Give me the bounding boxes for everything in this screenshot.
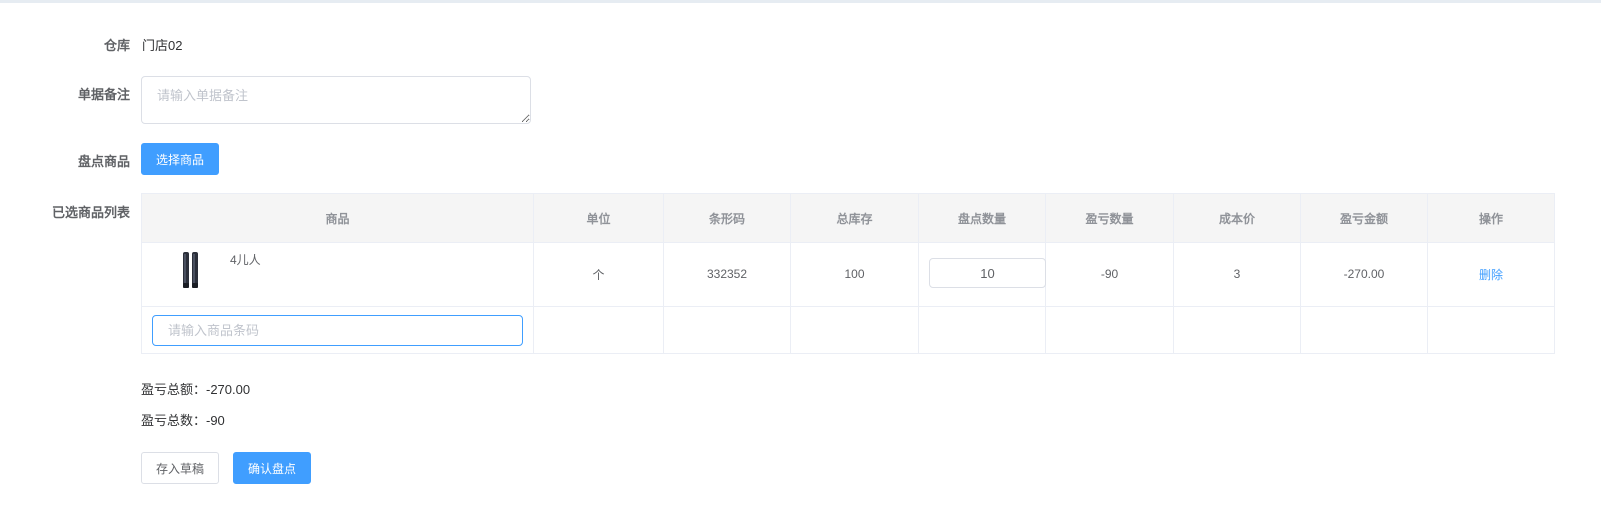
total-stock-cell: 100: [791, 242, 919, 306]
warehouse-label: 仓库: [103, 38, 130, 53]
col-header-diff-amount: 盈亏金额: [1301, 194, 1428, 242]
count-qty-input[interactable]: [929, 258, 1046, 288]
select-goods-button[interactable]: 选择商品: [141, 143, 219, 175]
barcode-input[interactable]: [152, 315, 523, 346]
selected-list-label: 已选商品列表: [51, 205, 130, 220]
product-name: 4儿人: [230, 253, 261, 267]
empty-cell: [664, 307, 791, 353]
confirm-stocktake-button[interactable]: 确认盘点: [233, 452, 311, 484]
cost-price-cell: 3: [1174, 242, 1301, 306]
empty-cell: [919, 307, 1046, 353]
barcode-cell: 332352: [664, 242, 791, 306]
top-divider: [0, 0, 1601, 3]
goods-label: 盘点商品: [77, 154, 130, 169]
action-cell: 删除: [1428, 242, 1554, 306]
col-header-product: 商品: [142, 194, 534, 242]
empty-cell: [1174, 307, 1301, 353]
col-header-count-qty: 盘点数量: [919, 194, 1046, 242]
remark-label: 单据备注: [77, 87, 130, 102]
col-header-cost-price: 成本价: [1174, 194, 1301, 242]
barcode-entry-row: [142, 307, 1554, 353]
remark-textarea[interactable]: [141, 76, 531, 124]
selected-goods-table: 商品 单位 条形码 总库存 盘点数量 盈亏数量 成本价 盈亏金额 操作 4儿人 …: [141, 193, 1555, 354]
empty-cell: [791, 307, 919, 353]
table-row: 4儿人 个 332352 100 -90 3 -270.00 删除: [142, 242, 1554, 307]
col-header-barcode: 条形码: [664, 194, 791, 242]
total-qty: 盈亏总数：-90: [141, 413, 225, 428]
delete-link[interactable]: 删除: [1479, 266, 1503, 283]
total-amount: 盈亏总额：-270.00: [141, 382, 251, 397]
warehouse-value: 门店02: [142, 38, 183, 53]
diff-amount-cell: -270.00: [1301, 242, 1428, 306]
col-header-total-stock: 总库存: [791, 194, 919, 242]
col-header-unit: 单位: [534, 194, 664, 242]
save-draft-button[interactable]: 存入草稿: [141, 452, 219, 484]
table-header: 商品 单位 条形码 总库存 盘点数量 盈亏数量 成本价 盈亏金额 操作: [142, 194, 1554, 243]
empty-cell: [534, 307, 664, 353]
diff-qty-cell: -90: [1046, 242, 1174, 306]
col-header-action: 操作: [1478, 211, 1503, 226]
product-image: [183, 252, 198, 288]
unit-cell: 个: [534, 242, 664, 306]
product-cell: 4儿人: [142, 242, 534, 306]
empty-cell: [1301, 307, 1428, 353]
empty-cell: [1046, 307, 1174, 353]
empty-cell: [1428, 307, 1554, 353]
col-header-diff-qty: 盈亏数量: [1046, 194, 1174, 242]
